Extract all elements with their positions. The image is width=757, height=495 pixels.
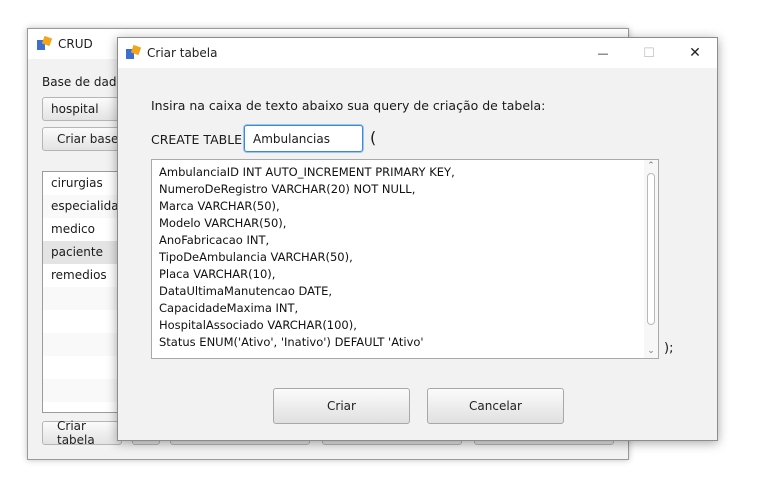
- query-line: HospitalAssociado VARCHAR(100),: [159, 318, 357, 332]
- maximize-icon: ☐: [643, 45, 655, 61]
- minimize-button[interactable]: —: [580, 38, 626, 68]
- confirm-create-label: Criar: [327, 399, 356, 413]
- query-line: AnoFabricacao INT,: [159, 233, 270, 247]
- confirm-create-button[interactable]: Criar: [273, 388, 410, 424]
- query-line: NumeroDeRegistro VARCHAR(20) NOT NULL,: [159, 182, 416, 196]
- close-paren: );: [664, 341, 674, 356]
- vertical-scrollbar[interactable]: ⌃ ⌄: [644, 160, 658, 358]
- query-line: AmbulanciaID INT AUTO_INCREMENT PRIMARY …: [159, 165, 455, 179]
- query-textarea[interactable]: AmbulanciaID INT AUTO_INCREMENT PRIMARY …: [151, 159, 659, 359]
- create-table-prefix: CREATE TABLE: [151, 132, 243, 147]
- table-name-input[interactable]: Ambulancias: [244, 125, 363, 152]
- cancel-label: Cancelar: [469, 399, 522, 413]
- cancel-button[interactable]: Cancelar: [427, 388, 564, 424]
- close-icon: ✕: [689, 45, 701, 61]
- create-database-button-label: Criar base: [57, 132, 119, 146]
- scroll-up-icon[interactable]: ⌃: [646, 161, 656, 171]
- create-table-button-label: Criar tabela: [57, 419, 95, 447]
- open-paren: (: [370, 128, 377, 147]
- query-line: Placa VARCHAR(10),: [159, 267, 276, 281]
- maximize-button: ☐: [626, 38, 672, 68]
- scrollbar-thumb[interactable]: [647, 173, 655, 325]
- query-line: Modelo VARCHAR(50),: [159, 216, 287, 230]
- scroll-down-icon[interactable]: ⌄: [646, 346, 656, 356]
- create-table-dialog: Criar tabela — ☐ ✕ Insira na caixa de te…: [117, 37, 718, 441]
- minimize-icon: —: [597, 46, 609, 60]
- query-line: TipoDeAmbulancia VARCHAR(50),: [159, 250, 353, 264]
- crud-title: CRUD: [58, 37, 93, 51]
- query-line: Marca VARCHAR(50),: [159, 199, 280, 213]
- query-line: CapacidadeMaxima INT,: [159, 301, 299, 315]
- close-button[interactable]: ✕: [672, 38, 718, 68]
- database-select-value: hospital: [51, 102, 99, 116]
- dialog-title: Criar tabela: [147, 46, 218, 60]
- app-icon: [37, 35, 53, 51]
- query-line: DataUltimaManutencao DATE,: [159, 284, 333, 298]
- table-name-value: Ambulancias: [253, 131, 330, 146]
- create-table-button[interactable]: Criar tabela: [42, 419, 122, 447]
- instruction-text: Insira na caixa de texto abaixo sua quer…: [151, 98, 546, 113]
- dialog-titlebar[interactable]: Criar tabela — ☐ ✕: [118, 38, 717, 68]
- app-icon: [126, 44, 142, 60]
- query-line: Status ENUM('Ativo', 'Inativo') DEFAULT …: [159, 335, 424, 349]
